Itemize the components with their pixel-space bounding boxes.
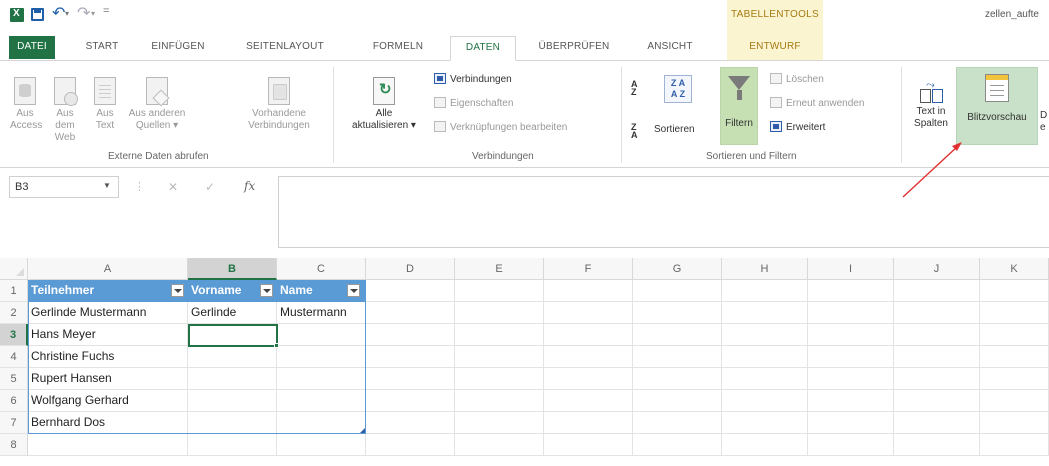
tab-data[interactable]: DATEN [450,36,516,61]
annotation-arrow [902,142,962,198]
annotation-arrow-line [902,145,959,198]
